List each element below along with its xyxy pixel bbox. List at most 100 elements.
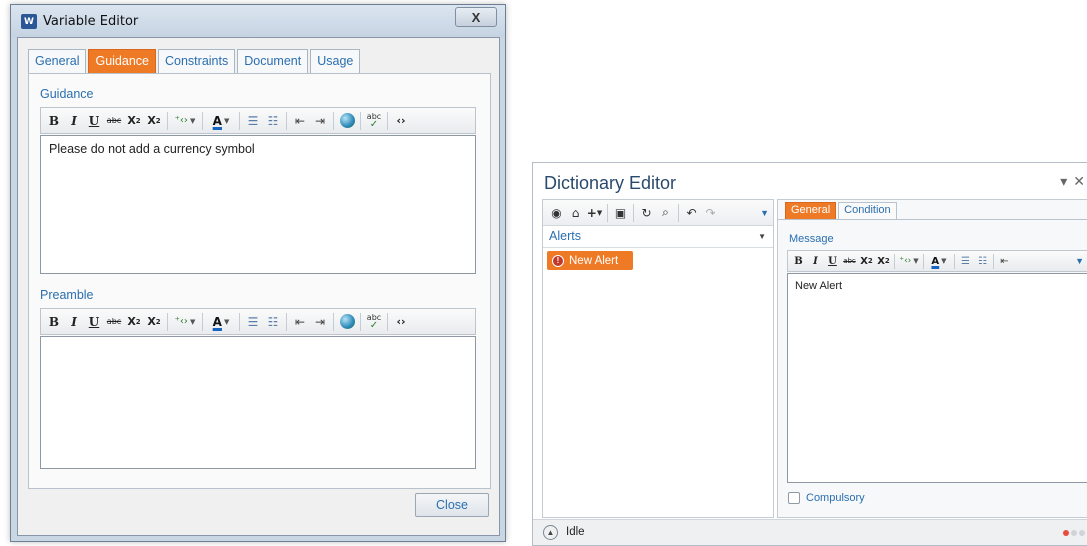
decrease-indent-icon[interactable]: ⇤ — [996, 252, 1013, 270]
toolbar-separator — [202, 111, 203, 130]
toolbar-separator — [360, 111, 361, 130]
strikethrough-icon[interactable]: abc — [841, 252, 858, 270]
tab-constraints[interactable]: Constraints — [158, 49, 236, 73]
chevron-down-icon[interactable]: ▼ — [758, 226, 766, 247]
superscript-icon[interactable]: X2 — [144, 111, 164, 131]
message-editor[interactable]: New Alert — [787, 273, 1087, 483]
decrease-indent-icon[interactable]: ⇤ — [290, 312, 310, 332]
message-text: New Alert — [795, 280, 843, 292]
toolbar-separator — [286, 312, 287, 331]
tab-document[interactable]: Document — [237, 49, 309, 73]
insert-field-icon[interactable]: ⁺‹› ▼ — [897, 252, 921, 270]
subscript-icon[interactable]: X2 — [124, 111, 144, 131]
underline-icon[interactable]: U — [84, 312, 104, 332]
compulsory-checkbox[interactable] — [788, 492, 800, 504]
hyperlink-icon[interactable] — [337, 111, 357, 131]
superscript-icon[interactable]: X2 — [875, 252, 892, 270]
toolbar-separator — [894, 253, 895, 269]
italic-icon[interactable]: I — [807, 252, 824, 270]
bullet-list-icon[interactable]: ☰ — [243, 312, 263, 332]
redo-icon[interactable]: ↷ — [701, 203, 720, 223]
alerts-header[interactable]: Alerts ▼ — [543, 226, 773, 248]
toolbar-overflow-icon[interactable]: ▼ — [1075, 256, 1084, 266]
dictionary-editor-window: Dictionary Editor ▾ ✕ ◉ ⌂ + ▼ ▣ ↻ ⌕ ↶ ↷ ▼… — [532, 162, 1087, 546]
chevron-up-icon[interactable]: ▲ — [543, 525, 558, 540]
strikethrough-icon[interactable]: abc — [104, 111, 124, 131]
undo-icon[interactable]: ↶ — [682, 203, 701, 223]
alerts-pane: ◉ ⌂ + ▼ ▣ ↻ ⌕ ↶ ↷ ▼ Alerts ▼ ! New Alert — [542, 199, 774, 518]
variable-editor-titlebar[interactable]: W Variable Editor X — [11, 5, 505, 37]
dictionary-editor-title: Dictionary Editor — [544, 173, 677, 193]
properties-icon[interactable]: ▣ — [611, 203, 630, 223]
tab-general[interactable]: General — [28, 49, 87, 73]
message-format-toolbar: B I U abc X2 X2 ⁺‹› ▼ A ▼ ☰ ☷ ⇤ ▼ — [787, 250, 1087, 272]
indicator-dot — [1071, 530, 1077, 536]
bullet-list-icon[interactable]: ☰ — [957, 252, 974, 270]
hyperlink-icon[interactable] — [337, 312, 357, 332]
underline-icon[interactable]: U — [84, 111, 104, 131]
compulsory-label[interactable]: Compulsory — [806, 492, 865, 504]
preamble-editor[interactable] — [40, 336, 476, 469]
toolbar-separator — [387, 312, 388, 331]
tab-general[interactable]: General — [785, 202, 837, 219]
message-label: Message — [789, 233, 834, 245]
strikethrough-icon[interactable]: abc — [104, 312, 124, 332]
guidance-text: Please do not add a currency symbol — [49, 142, 255, 156]
bold-icon[interactable]: B — [790, 252, 807, 270]
spellcheck-icon[interactable]: abc ✓ — [364, 111, 384, 131]
home-icon[interactable]: ⌂ — [566, 203, 585, 223]
detail-tabs: General Condition — [785, 202, 897, 219]
decrease-indent-icon[interactable]: ⇤ — [290, 111, 310, 131]
italic-icon[interactable]: I — [64, 312, 84, 332]
alert-icon: ! — [552, 254, 564, 267]
bold-icon[interactable]: B — [44, 111, 64, 131]
subscript-icon[interactable]: X2 — [858, 252, 875, 270]
back-icon[interactable]: ◉ — [547, 203, 566, 223]
window-menu-icon[interactable]: ▾ — [1060, 173, 1067, 190]
font-color-icon[interactable]: A ▼ — [926, 252, 952, 270]
toolbar-separator — [678, 203, 679, 222]
insert-field-icon[interactable]: ⁺‹› ▼ — [171, 312, 199, 332]
tab-guidance[interactable]: Guidance — [88, 49, 156, 73]
underline-icon[interactable]: U — [824, 252, 841, 270]
bold-icon[interactable]: B — [44, 312, 64, 332]
window-close-icon[interactable]: ✕ — [1073, 173, 1085, 190]
alert-detail-pane: General Condition Message B I U abc X2 X… — [777, 199, 1087, 518]
numbered-list-icon[interactable]: ☷ — [974, 252, 991, 270]
font-color-icon[interactable]: A ▼ — [206, 111, 236, 131]
toolbar-overflow-icon[interactable]: ▼ — [760, 208, 769, 218]
guidance-tab-panel: Guidance B I U abc X2 X2 ⁺‹› ▼ A ▼ ☰ ☷ ⇤ ⇥ — [28, 73, 491, 489]
search-icon[interactable]: ⌕ — [656, 203, 675, 223]
activity-indicator — [1063, 530, 1085, 536]
list-item[interactable]: ! New Alert — [547, 251, 633, 270]
subscript-icon[interactable]: X2 — [124, 312, 144, 332]
tab-divider — [778, 219, 1087, 220]
tab-condition[interactable]: Condition — [838, 202, 897, 219]
refresh-icon[interactable]: ↻ — [637, 203, 656, 223]
close-button[interactable]: Close — [415, 493, 489, 517]
italic-icon[interactable]: I — [64, 111, 84, 131]
guidance-editor[interactable]: Please do not add a currency symbol — [40, 135, 476, 274]
increase-indent-icon[interactable]: ⇥ — [310, 312, 330, 332]
numbered-list-icon[interactable]: ☷ — [263, 111, 283, 131]
guidance-format-toolbar: B I U abc X2 X2 ⁺‹›▼ A▼ ☰ ☷ ⇤ ⇥ abc✓ — [40, 107, 476, 134]
status-bar: ▲ Idle — [533, 519, 1087, 545]
superscript-icon[interactable]: X2 — [144, 312, 164, 332]
tab-usage[interactable]: Usage — [310, 49, 361, 73]
html-source-icon[interactable]: ‹› — [391, 312, 411, 332]
html-source-icon[interactable]: ‹› — [391, 111, 411, 131]
font-color-icon[interactable]: A ▼ — [206, 312, 236, 332]
spellcheck-icon[interactable]: abc ✓ — [364, 312, 384, 332]
increase-indent-icon[interactable]: ⇥ — [310, 111, 330, 131]
window-close-button[interactable]: X — [455, 7, 497, 27]
insert-field-icon[interactable]: ⁺‹› ▼ — [171, 111, 199, 131]
toolbar-separator — [387, 111, 388, 130]
numbered-list-icon[interactable]: ☷ — [263, 312, 283, 332]
variable-editor-window: W Variable Editor X General Guidance Con… — [10, 4, 506, 542]
guidance-label: Guidance — [40, 87, 94, 101]
status-text: Idle — [566, 526, 585, 538]
preamble-format-toolbar: B I U abc X2 X2 ⁺‹›▼ A▼ ☰ ☷ ⇤ ⇥ abc✓ — [40, 308, 476, 335]
toolbar-separator — [954, 253, 955, 269]
bullet-list-icon[interactable]: ☰ — [243, 111, 263, 131]
add-icon[interactable]: + ▼ — [585, 203, 604, 223]
